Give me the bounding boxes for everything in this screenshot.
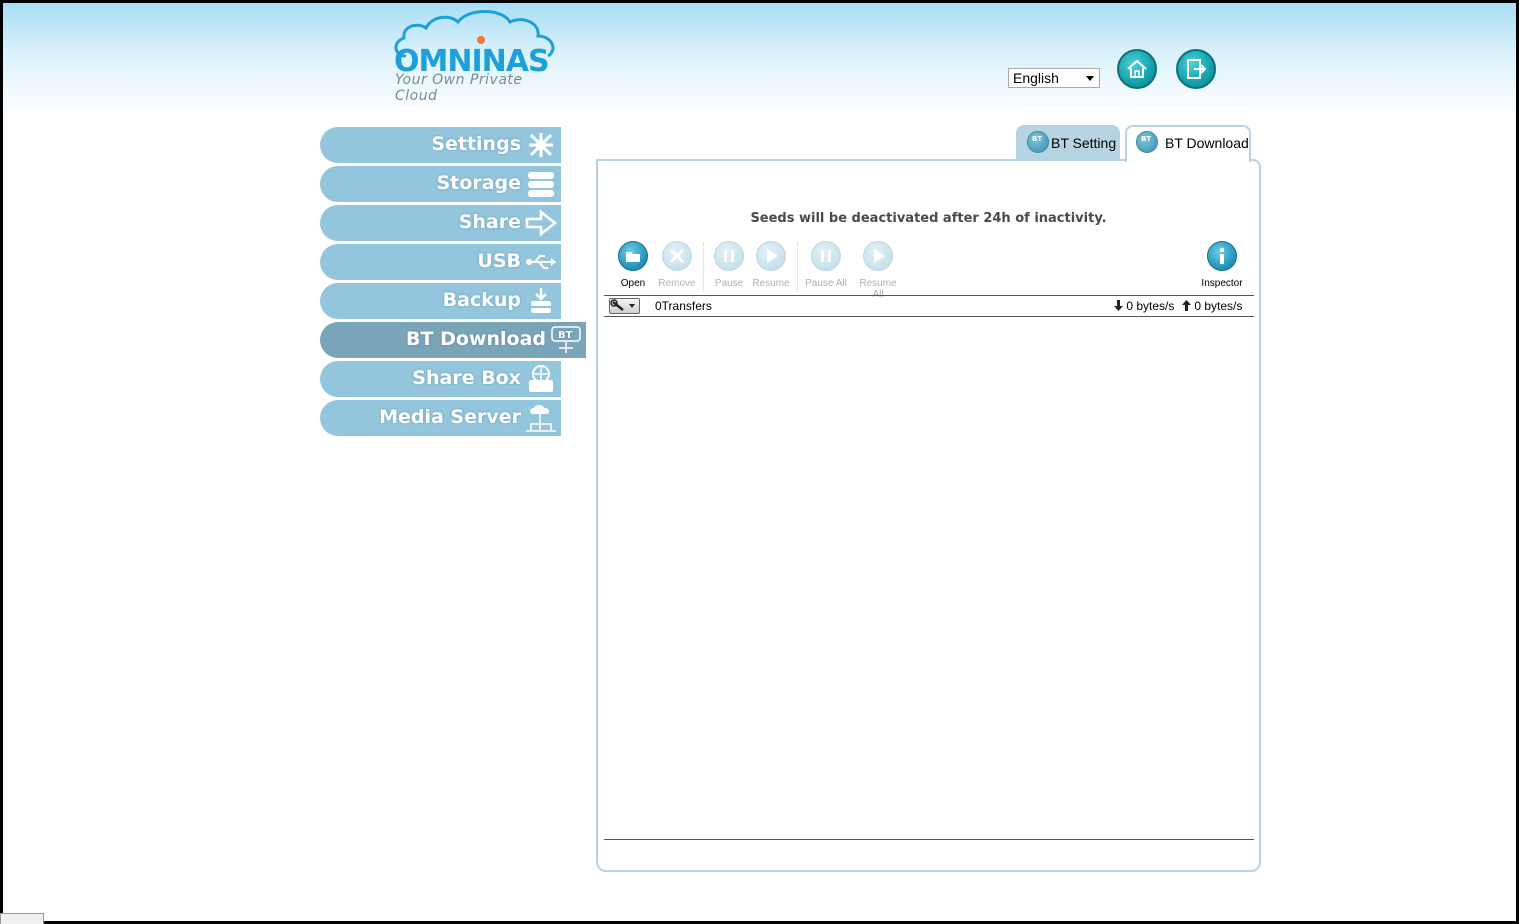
toolbar-separator (797, 243, 798, 291)
sidebar-item-bt-download[interactable]: BT Download BT (320, 322, 586, 358)
sidebar-item-share-box[interactable]: Share Box (320, 361, 561, 397)
bt-tab-icon: BT (1136, 131, 1158, 153)
sidebar-item-label: Backup (442, 289, 521, 311)
wrench-icon (610, 299, 635, 311)
tab-bt-download[interactable]: BT BT Download (1125, 125, 1251, 162)
sidebar-item-label: Media Server (379, 406, 521, 428)
arrow-up-icon (1182, 300, 1191, 311)
logout-button[interactable] (1176, 49, 1216, 89)
share-arrow-icon (525, 209, 557, 237)
resume-button[interactable]: Resume (746, 241, 796, 289)
chevron-down-icon (1086, 76, 1094, 81)
media-server-icon (526, 405, 556, 432)
inspector-label: Inspector (1201, 278, 1243, 289)
sidebar-item-storage[interactable]: Storage (320, 166, 561, 202)
bt-download-panel: Seeds will be deactivated after 24h of i… (596, 159, 1261, 872)
download-speed: 0 bytes/s (1114, 299, 1174, 313)
tab-bt-setting[interactable]: BT BT Setting (1016, 125, 1120, 161)
tab-label: BT Download (1165, 135, 1249, 151)
info-icon (1207, 241, 1237, 271)
bt-badge-text: BT (558, 330, 573, 341)
open-button[interactable]: Open (608, 241, 658, 289)
logout-icon (1187, 59, 1207, 79)
remove-button[interactable]: Remove (652, 241, 702, 289)
storage-icon (528, 172, 554, 197)
remove-label: Remove (658, 278, 696, 289)
upload-speed: 0 bytes/s (1182, 299, 1242, 313)
settings-icon (529, 133, 553, 157)
header-background (0, 0, 1519, 115)
pause-all-label: Pause All (805, 278, 847, 289)
bt-tab-icon-text: BT (1141, 135, 1152, 143)
backup-icon (531, 288, 551, 313)
play-icon (756, 241, 786, 271)
resume-label: Resume (752, 278, 790, 289)
inspector-button[interactable]: Inspector (1197, 241, 1247, 289)
usb-icon (526, 255, 556, 269)
sidebar-item-share[interactable]: Share (320, 205, 561, 241)
language-select[interactable]: English (1008, 68, 1100, 88)
sidebar-item-label: Share (458, 211, 521, 233)
transfer-count: 0Transfers (655, 299, 712, 313)
sidebar-item-label: Share Box (412, 367, 521, 389)
sidebar-item-label: Settings (431, 133, 521, 155)
bt-tab-icon-text: BT (1032, 135, 1043, 143)
sidebar-item-label: Storage (436, 172, 522, 194)
share-box-icon (529, 365, 553, 392)
transfer-status-bar: 0Transfers 0 bytes/s 0 bytes/s (604, 295, 1254, 317)
logo-tagline: Your Own Private Cloud (395, 72, 523, 104)
sidebar-item-label: BT Download (406, 328, 546, 350)
pause-all-button[interactable]: Pause All (801, 241, 851, 289)
arrow-down-icon (1114, 300, 1123, 311)
transfer-list-bottom-divider (604, 839, 1254, 840)
omninas-logo: OMNINAS Your Own Private Cloud (392, 8, 564, 104)
pause-all-icon (811, 241, 841, 271)
open-label: Open (620, 278, 646, 289)
tab-label: BT Setting (1051, 135, 1117, 151)
settings-menu-button[interactable] (609, 298, 640, 314)
sidebar-item-settings[interactable]: Settings (320, 127, 561, 163)
download-speed-value: 0 bytes/s (1126, 299, 1175, 313)
play-all-icon (863, 241, 893, 271)
home-icon (1127, 59, 1147, 78)
sidebar-item-backup[interactable]: Backup (320, 283, 561, 319)
resume-all-button[interactable]: Resume All (853, 241, 903, 300)
sidebar-item-usb[interactable]: USB (320, 244, 561, 280)
remove-x-icon (662, 241, 692, 271)
pause-icon (714, 241, 744, 271)
sidebar-item-media-server[interactable]: Media Server (320, 400, 561, 436)
folder-open-icon (618, 241, 648, 271)
sidebar-item-label: USB (477, 250, 521, 272)
language-select-value: English (1013, 70, 1059, 86)
upload-speed-value: 0 bytes/s (1194, 299, 1243, 313)
home-button[interactable] (1117, 49, 1157, 89)
bt-tab-icon: BT (1027, 131, 1049, 153)
bt-icon: BT (551, 326, 581, 353)
status-corner-tab (0, 913, 44, 924)
inactivity-notice: Seeds will be deactivated after 24h of i… (750, 211, 1107, 226)
